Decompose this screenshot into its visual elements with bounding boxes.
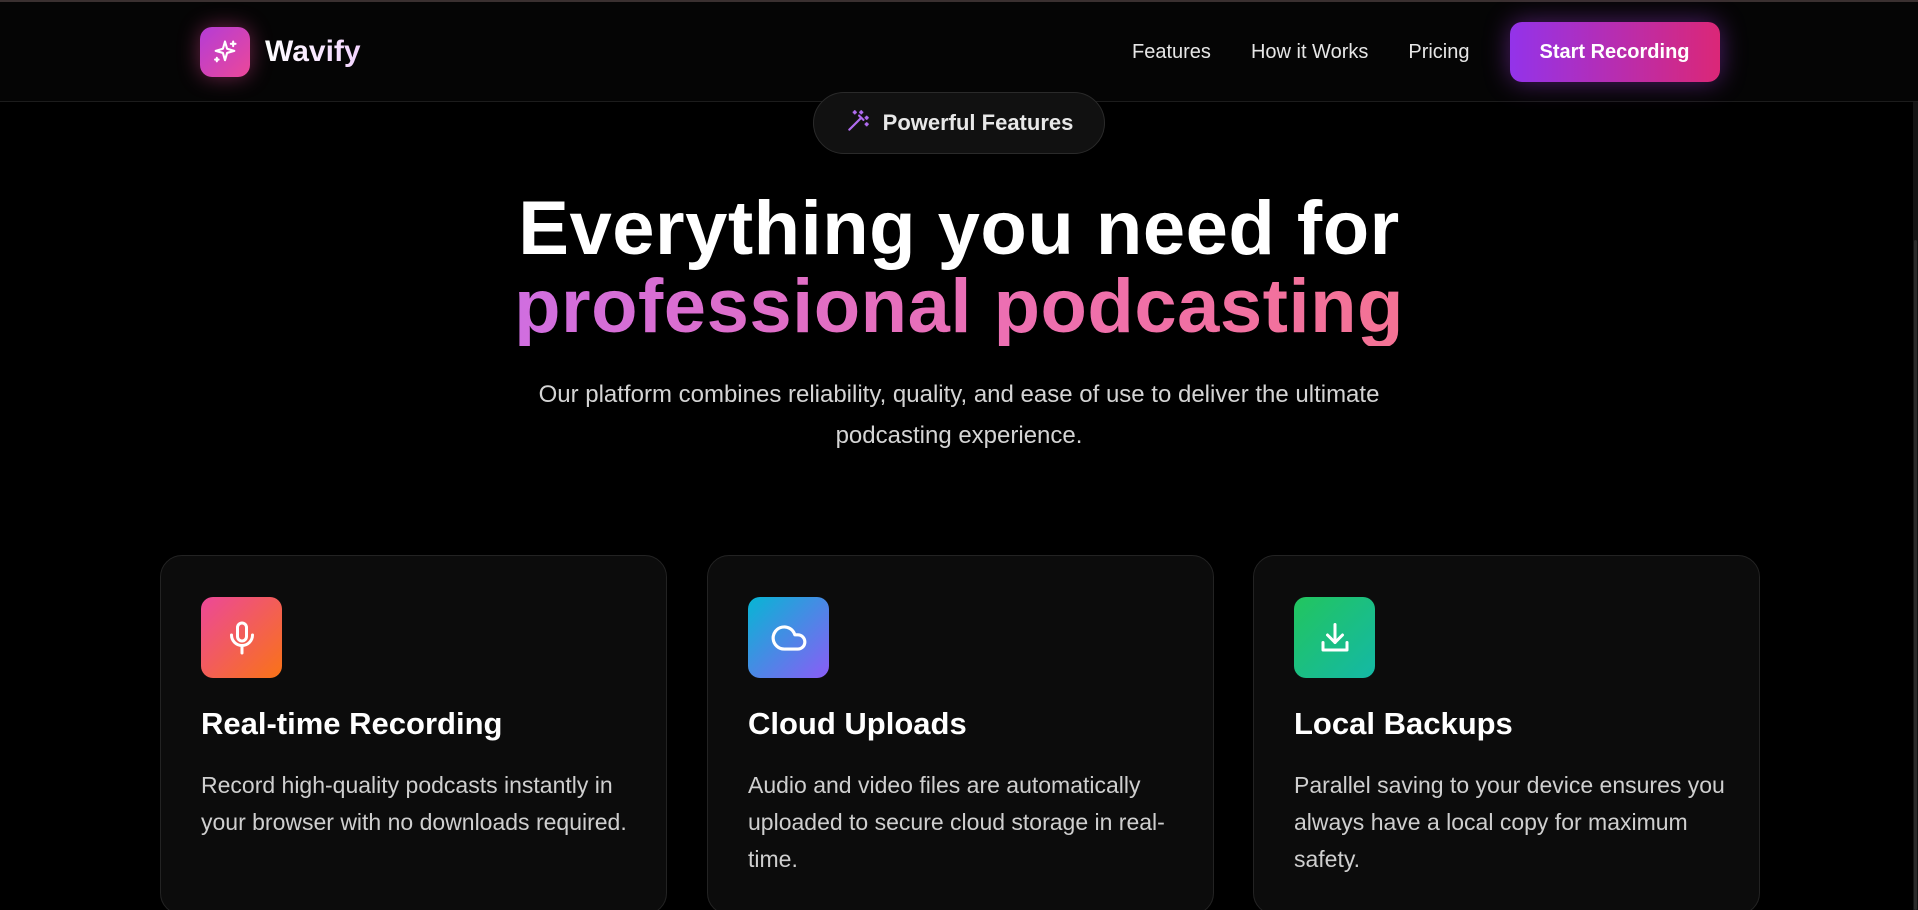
page-title-line2: professional podcasting [514, 264, 1404, 349]
sparkles-logo-icon [200, 27, 250, 77]
main-nav: Features How it Works Pricing Start Reco… [1132, 22, 1720, 82]
feature-card-local-backups: Local Backups Parallel saving to your de… [1253, 555, 1760, 910]
feature-title: Real-time Recording [201, 706, 503, 741]
site-header: Wavify Features How it Works Pricing Sta… [0, 2, 1918, 102]
start-recording-button[interactable]: Start Recording [1509, 22, 1720, 82]
badge-label: Powerful Features [882, 110, 1074, 135]
magic-wand-icon [845, 108, 871, 139]
feature-card-realtime-recording: Real-time Recording Record high-quality … [160, 555, 667, 910]
page-title: Everything you need for professional pod… [0, 190, 1918, 346]
feature-title: Local Backups [1294, 706, 1513, 741]
brand-name: Wavify [265, 35, 361, 68]
feature-cards: Real-time Recording Record high-quality … [160, 555, 1760, 910]
brand[interactable]: Wavify [200, 27, 361, 77]
page-title-line1: Everything you need for [518, 186, 1400, 271]
feature-title: Cloud Uploads [748, 706, 967, 741]
feature-card-cloud-uploads: Cloud Uploads Audio and video files are … [707, 555, 1214, 910]
nav-link-pricing[interactable]: Pricing [1408, 41, 1469, 64]
nav-link-features[interactable]: Features [1132, 41, 1211, 64]
download-icon [1294, 597, 1375, 678]
microphone-icon [201, 597, 282, 678]
feature-description: Parallel saving to your device ensures y… [1294, 772, 1725, 872]
feature-description: Record high-quality podcasts instantly i… [201, 772, 627, 835]
nav-link-how-it-works[interactable]: How it Works [1251, 41, 1368, 64]
feature-description: Audio and video files are automatically … [748, 772, 1165, 872]
features-badge: Powerful Features [813, 92, 1105, 154]
page-subtitle: Our platform combines reliability, quali… [538, 381, 1380, 449]
cloud-icon [748, 597, 829, 678]
